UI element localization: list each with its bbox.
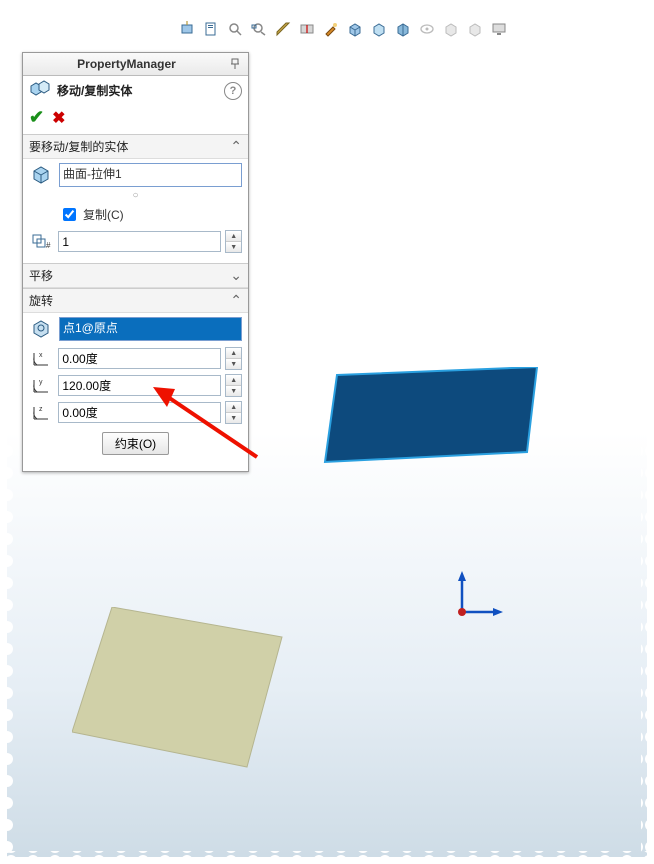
cube1-icon[interactable] xyxy=(345,19,365,39)
copy-count-spinner[interactable]: ▲▼ xyxy=(225,230,242,253)
pm-header-title: PropertyManager xyxy=(27,57,226,71)
svg-text:#: # xyxy=(46,241,51,250)
pm-feature-title: 移动/复制实体 xyxy=(57,82,218,99)
rotate-reference-selection[interactable]: 点1@原点 xyxy=(59,317,242,341)
doc-icon[interactable] xyxy=(201,19,221,39)
rotate-section-title: 旋转 xyxy=(29,292,230,309)
count-icon: # xyxy=(29,231,54,253)
paint-icon[interactable] xyxy=(321,19,341,39)
graphics-viewport[interactable]: PropertyManager 移动/复制实体 ? ✔ ✖ 要移动/复制的实体 … xyxy=(7,7,647,857)
spinner-up[interactable]: ▲ xyxy=(226,375,241,386)
copy-count-input[interactable] xyxy=(58,231,221,252)
angle-y-input[interactable] xyxy=(58,375,221,396)
translate-section-header[interactable]: 平移 ⌄ xyxy=(23,263,248,288)
angle-x-spinner[interactable]: ▲▼ xyxy=(225,347,242,370)
zoom-icon[interactable] xyxy=(249,19,269,39)
rotate-section-body: 点1@原点 x ▲▼ y ▲▼ z xyxy=(23,313,248,471)
help-icon[interactable]: ? xyxy=(224,82,242,100)
angle-y-spinner[interactable]: ▲▼ xyxy=(225,374,242,397)
top-toolbar xyxy=(177,19,509,39)
copy-checkbox[interactable] xyxy=(63,208,76,221)
pm-header: PropertyManager xyxy=(23,53,248,76)
property-manager-panel: PropertyManager 移动/复制实体 ? ✔ ✖ 要移动/复制的实体 … xyxy=(22,52,249,472)
surface-body-preview[interactable] xyxy=(72,607,302,780)
spinner-down[interactable]: ▼ xyxy=(226,413,241,423)
chevron-up-icon: ⌃ xyxy=(230,138,242,155)
bodies-section-body: 曲面-拉伸1 ○ 复制(C) # ▲▼ xyxy=(23,159,248,263)
measure-icon[interactable] xyxy=(273,19,293,39)
spinner-up[interactable]: ▲ xyxy=(226,402,241,413)
chevron-up-icon: ⌃ xyxy=(230,292,242,309)
bodies-selection-item: 曲面-拉伸1 xyxy=(63,167,122,181)
spinner-down[interactable]: ▼ xyxy=(226,359,241,369)
plane-icon[interactable] xyxy=(177,19,197,39)
translate-section-title: 平移 xyxy=(29,267,230,284)
spinner-up[interactable]: ▲ xyxy=(226,348,241,359)
angle-z-input[interactable] xyxy=(58,402,221,423)
rotate-section-header[interactable]: 旋转 ⌃ xyxy=(23,288,248,313)
bodies-selection-box[interactable]: 曲面-拉伸1 xyxy=(59,163,242,187)
search-icon[interactable] xyxy=(225,19,245,39)
cancel-button[interactable]: ✖ xyxy=(52,108,65,128)
angle-y-icon: y xyxy=(29,375,54,397)
angle-x-input[interactable] xyxy=(58,348,221,369)
solid-body-icon xyxy=(29,163,55,185)
cube3-icon[interactable] xyxy=(393,19,413,39)
pm-ok-cancel-row: ✔ ✖ xyxy=(23,105,248,134)
copy-checkbox-label: 复制(C) xyxy=(83,206,124,223)
chevron-down-icon: ⌄ xyxy=(230,267,242,284)
surface-body-blue[interactable] xyxy=(317,367,547,480)
svg-text:z: z xyxy=(39,406,43,413)
section-icon[interactable] xyxy=(297,19,317,39)
display1-icon[interactable] xyxy=(441,19,461,39)
rotate-axis-icon xyxy=(29,317,55,339)
cube2-icon[interactable] xyxy=(369,19,389,39)
eye-icon[interactable] xyxy=(417,19,437,39)
origin-triad[interactable] xyxy=(447,567,507,627)
svg-text:y: y xyxy=(39,379,43,386)
bodies-section-header[interactable]: 要移动/复制的实体 ⌃ xyxy=(23,134,248,159)
spinner-down[interactable]: ▼ xyxy=(226,386,241,396)
pin-icon[interactable] xyxy=(226,56,244,72)
selection-handle-dot: ○ xyxy=(29,187,242,203)
angle-x-icon: x xyxy=(29,348,54,370)
ok-button[interactable]: ✔ xyxy=(29,107,44,128)
display2-icon[interactable] xyxy=(465,19,485,39)
rotate-reference-item: 点1@原点 xyxy=(63,321,118,335)
angle-z-icon: z xyxy=(29,402,54,424)
monitor-icon[interactable] xyxy=(489,19,509,39)
svg-text:x: x xyxy=(39,352,43,359)
spinner-down[interactable]: ▼ xyxy=(226,242,241,252)
pm-feature-titlebar: 移动/复制实体 ? xyxy=(23,76,248,105)
angle-z-spinner[interactable]: ▲▼ xyxy=(225,401,242,424)
bodies-section-title: 要移动/复制的实体 xyxy=(29,138,230,155)
constrain-button[interactable]: 约束(O) xyxy=(102,432,169,455)
spinner-up[interactable]: ▲ xyxy=(226,231,241,242)
move-copy-feature-icon xyxy=(29,80,51,101)
